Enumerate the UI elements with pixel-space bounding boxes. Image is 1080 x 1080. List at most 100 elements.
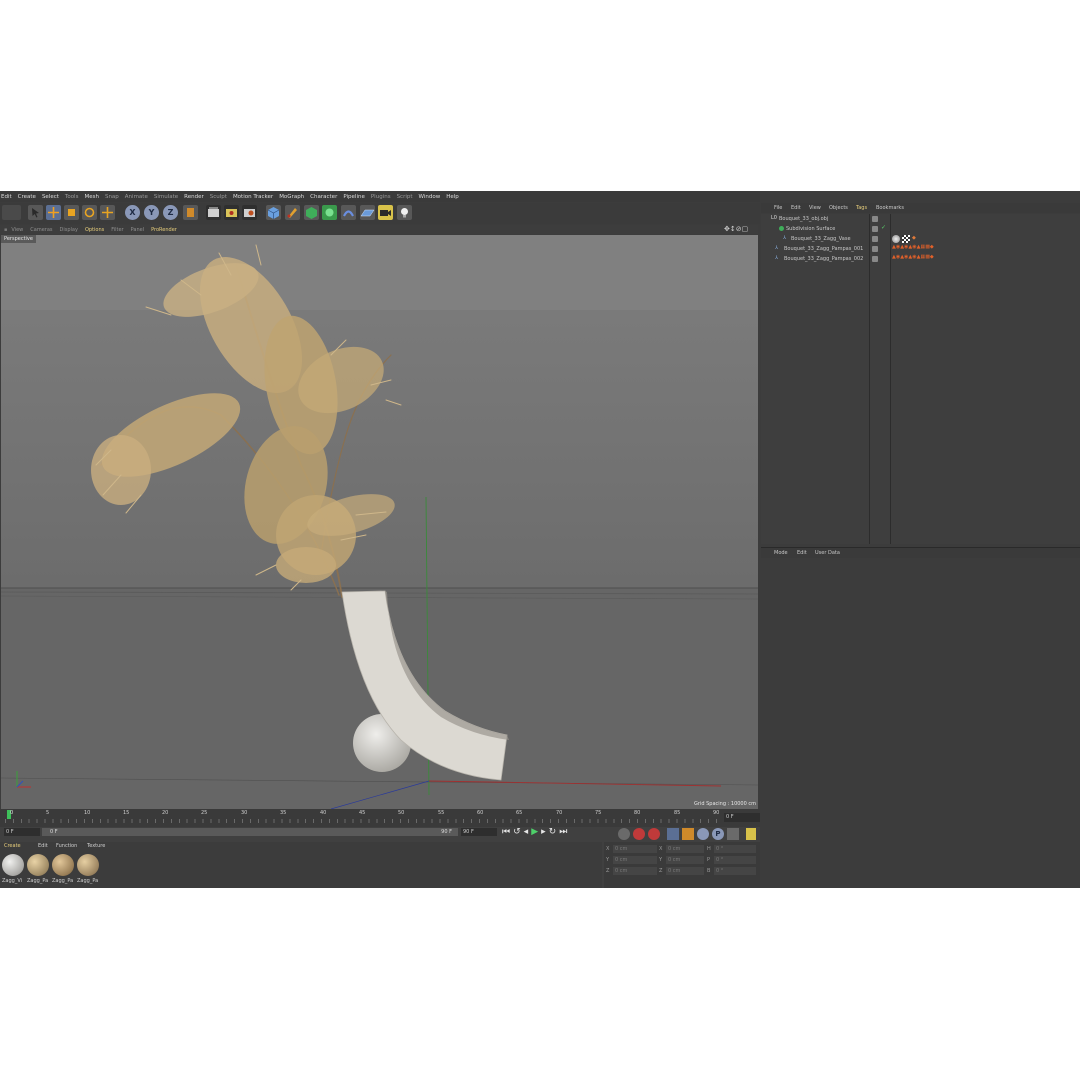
next-key-icon[interactable]: ↻ [549, 827, 560, 837]
coord-rot-b-field[interactable]: 0 ° [714, 867, 756, 875]
autokey-icon[interactable] [633, 828, 645, 840]
camera-icon[interactable] [378, 205, 393, 220]
end-frame-field[interactable]: 90 F [461, 828, 497, 836]
object-row-vase[interactable]: ⅄ Bouquet_33_Zagg_Vase ◆ [761, 234, 1080, 244]
visibility-dots-icon[interactable] [872, 246, 878, 252]
timeline-ruler[interactable]: 0 5 10 15 20 25 30 35 40 45 50 55 60 65 … [0, 809, 760, 827]
timeline-window-icon[interactable] [746, 828, 756, 840]
menu-sculpt[interactable]: Sculpt [210, 194, 227, 200]
material-thumbnail-pampas-2[interactable] [52, 854, 74, 876]
material-menu-function[interactable]: Function [56, 843, 77, 849]
coord-pos-z-field[interactable]: 0 cm [613, 867, 657, 875]
phong-tag-icon[interactable]: ◆ [912, 235, 916, 241]
viewport-menu-options[interactable]: Options [85, 227, 104, 233]
deformer-icon[interactable] [341, 205, 356, 220]
coord-size-x-field[interactable]: 0 cm [666, 845, 704, 853]
visibility-dots-icon[interactable] [872, 236, 878, 242]
menu-character[interactable]: Character [310, 194, 337, 200]
frame-range-slider[interactable]: 0 F 90 F [42, 828, 458, 836]
previous-key-icon[interactable]: ↺ [513, 827, 524, 837]
record-keys-icon[interactable] [618, 828, 630, 840]
pen-spline-icon[interactable] [285, 205, 300, 220]
viewport-menu-panel[interactable]: Panel [131, 227, 145, 233]
om-menu-bookmarks[interactable]: Bookmarks [876, 205, 904, 211]
om-menu-edit[interactable]: Edit [791, 205, 801, 211]
y-axis-lock-icon[interactable]: Y [144, 205, 159, 220]
om-menu-view[interactable]: View [809, 205, 821, 211]
go-to-end-icon[interactable]: ⏭ [559, 827, 570, 837]
move-icon[interactable] [46, 205, 61, 220]
keyframe-selection-icon[interactable] [648, 828, 660, 840]
cube-icon[interactable] [266, 205, 281, 220]
key-rotation-icon[interactable] [697, 828, 709, 840]
undo-icon[interactable] [2, 205, 21, 220]
cloner-icon[interactable] [322, 205, 337, 220]
live-selection-icon[interactable] [28, 205, 43, 220]
z-axis-lock-icon[interactable]: Z [163, 205, 178, 220]
menu-pipeline[interactable]: Pipeline [343, 194, 365, 200]
om-menu-file[interactable]: File [774, 205, 782, 211]
menu-script[interactable]: Script [397, 194, 413, 200]
coord-rot-p-field[interactable]: 0 ° [714, 856, 756, 864]
uvw-tag-icon[interactable] [902, 235, 910, 243]
object-row-subdivision[interactable]: Subdivision Surface ✓ [761, 224, 1080, 234]
material-tags-icons[interactable]: ▲◉▲◉▲◉▲▦▩◆ [892, 254, 934, 260]
coord-pos-y-field[interactable]: 0 cm [613, 856, 657, 864]
object-row-pampas-001[interactable]: ⅄ Bouquet_33_Zagg_Pampas_001 ▲◉▲◉▲◉▲▦▩◆ [761, 244, 1080, 254]
om-menu-tags[interactable]: Tags [856, 205, 867, 211]
render-settings-icon[interactable] [242, 205, 257, 220]
scale-icon[interactable] [64, 205, 79, 220]
next-frame-icon[interactable]: ▸ [541, 827, 549, 837]
menu-plugins[interactable]: Plugins [371, 194, 391, 200]
visibility-dots-icon[interactable] [872, 226, 878, 232]
perspective-viewport[interactable]: Perspective Grid Spacing : 10000 cm [1, 235, 758, 809]
material-thumbnail-pampas-1[interactable] [27, 854, 49, 876]
visibility-dots-icon[interactable] [872, 256, 878, 262]
camera-label[interactable]: Perspective [1, 235, 36, 243]
material-thumbnail-pampas-3[interactable] [77, 854, 99, 876]
floor-icon[interactable] [360, 205, 375, 220]
attr-menu-mode[interactable]: Mode [774, 550, 788, 556]
material-menu-texture[interactable]: Texture [87, 843, 105, 849]
render-view-icon[interactable] [206, 205, 221, 220]
menu-create[interactable]: Create [18, 194, 36, 200]
subdivision-surface-icon[interactable] [304, 205, 319, 220]
viewport-navigation-icons[interactable]: ✥↕⊘▢ [724, 225, 748, 233]
object-row-root[interactable]: L0 Bouquet_33_obj.obj [761, 214, 1080, 224]
current-frame-field[interactable]: 0 F [724, 813, 760, 822]
viewport-menu-view[interactable]: View [11, 227, 23, 233]
material-menu-edit[interactable]: Edit [38, 843, 48, 849]
menu-motion-tracker[interactable]: Motion Tracker [233, 194, 273, 200]
go-to-start-icon[interactable]: ⏮ [502, 827, 513, 837]
menu-window[interactable]: Window [419, 194, 441, 200]
menu-simulate[interactable]: Simulate [154, 194, 178, 200]
menu-edit[interactable]: Edit [1, 194, 12, 200]
menu-mesh[interactable]: Mesh [84, 194, 98, 200]
menu-snap[interactable]: Snap [105, 194, 119, 200]
viewport-menu-filter[interactable]: Filter [111, 227, 123, 233]
coord-size-z-field[interactable]: 0 cm [666, 867, 704, 875]
visibility-dots-icon[interactable] [872, 216, 878, 222]
rotate-icon[interactable] [82, 205, 97, 220]
material-thumbnail-vase[interactable] [2, 854, 24, 876]
material-tags-icons[interactable]: ▲◉▲◉▲◉▲▦▩◆ [892, 244, 934, 250]
attr-menu-user-data[interactable]: User Data [815, 550, 840, 556]
menu-mograph[interactable]: MoGraph [279, 194, 304, 200]
x-axis-lock-icon[interactable]: X [125, 205, 140, 220]
transform-icon[interactable] [100, 205, 115, 220]
start-frame-field[interactable]: 0 F [4, 828, 40, 836]
menu-tools[interactable]: Tools [65, 194, 79, 200]
menu-render[interactable]: Render [184, 194, 204, 200]
om-menu-objects[interactable]: Objects [829, 205, 848, 211]
material-tag-icon[interactable] [892, 235, 900, 243]
material-menu-create[interactable]: Create [4, 843, 21, 849]
coord-size-y-field[interactable]: 0 cm [666, 856, 704, 864]
viewport-menu-prorender[interactable]: ProRender [151, 227, 177, 233]
viewport-menu-cameras[interactable]: Cameras [30, 227, 52, 233]
menu-help[interactable]: Help [446, 194, 459, 200]
key-position-icon[interactable] [667, 828, 679, 840]
light-icon[interactable] [397, 205, 412, 220]
key-point-level-icon[interactable] [727, 828, 739, 840]
coord-pos-x-field[interactable]: 0 cm [613, 845, 657, 853]
play-icon[interactable]: ▶ [531, 827, 541, 837]
